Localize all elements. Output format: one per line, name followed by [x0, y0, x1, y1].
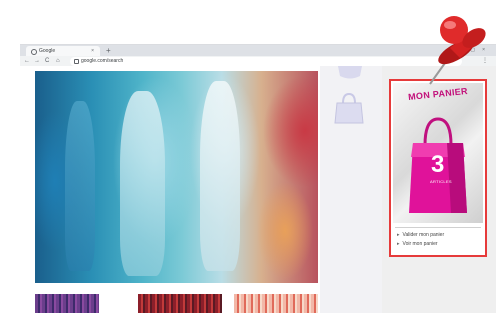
address-bar[interactable]: google.com/search [70, 57, 462, 66]
browser-tab[interactable]: Google × [26, 46, 100, 56]
mannequin [65, 101, 95, 271]
validate-cart-link[interactable]: ▸ Valider mon panier [397, 231, 444, 239]
url-text: google.com/search [81, 58, 124, 64]
cart-widget[interactable]: MON PANIER 3 ARTICLES ▸ Valider mon panie… [389, 79, 487, 257]
validate-cart-label: Valider mon panier [402, 232, 445, 238]
shopping-bag-icon [338, 66, 362, 79]
cart-item-label: ARTICLES [430, 179, 452, 184]
arrow-right-icon: ▸ [397, 232, 400, 238]
tab-close-icon[interactable]: × [91, 47, 94, 55]
lock-icon [74, 59, 79, 64]
mannequin [120, 91, 165, 276]
cart-graphic: MON PANIER 3 ARTICLES [393, 83, 483, 223]
tab-title: Google [39, 48, 56, 54]
divider [395, 227, 481, 228]
home-button[interactable]: ⌂ [56, 57, 60, 66]
view-cart-link[interactable]: ▸ Voir mon panier [397, 240, 438, 248]
reload-button[interactable]: C [45, 57, 49, 66]
mannequin [200, 81, 240, 271]
shopping-bag-icon[interactable] [332, 91, 366, 125]
view-cart-label: Voir mon panier [402, 241, 438, 247]
arrow-right-icon: ▸ [397, 241, 400, 247]
clothing-rack-thumbnail[interactable] [234, 294, 318, 313]
pushpin-icon [429, 16, 486, 85]
new-tab-button[interactable]: + [106, 45, 111, 56]
favicon-icon [31, 49, 37, 55]
hero-image [35, 71, 318, 283]
forward-button[interactable]: → [34, 57, 40, 66]
back-button[interactable]: ← [24, 57, 30, 66]
clothing-rack-thumbnail[interactable] [35, 294, 99, 313]
clothing-rack-thumbnail[interactable] [138, 294, 222, 313]
cart-item-count: 3 [431, 151, 445, 178]
